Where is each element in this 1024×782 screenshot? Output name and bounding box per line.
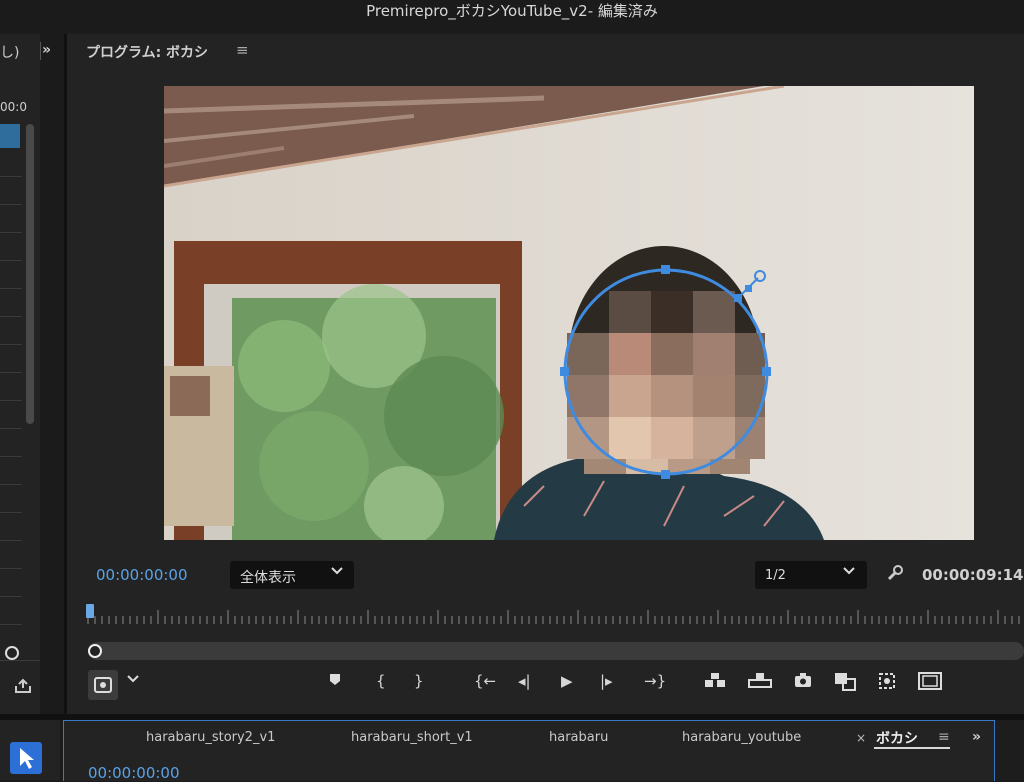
app-title: Premirepro_ボカシYouTube_v2- 編集済み <box>366 2 658 20</box>
left-bottom-divider <box>0 660 40 661</box>
video-preview[interactable] <box>164 86 974 540</box>
right-panel-edge <box>996 720 1024 780</box>
left-row-divider <box>0 484 22 485</box>
left-row-divider <box>0 456 22 457</box>
left-zoom-knob[interactable] <box>5 646 19 660</box>
go-to-in-button[interactable]: {← <box>474 672 496 690</box>
camera-icon[interactable] <box>794 672 812 692</box>
left-row-divider <box>0 204 22 205</box>
close-icon[interactable]: × <box>856 731 866 745</box>
playhead[interactable] <box>86 604 94 618</box>
step-back-button[interactable]: ◂| <box>518 672 531 690</box>
playback-resolution-label: 1/2 <box>765 568 786 583</box>
left-row-divider <box>0 288 22 289</box>
overwrite-button[interactable] <box>748 672 772 692</box>
left-row-divider <box>0 428 22 429</box>
timeline-current-timecode[interactable]: 00:00:00:00 <box>88 764 180 782</box>
sequence-tab[interactable]: harabaru_story2_v1 <box>146 730 275 745</box>
selection-tool-button[interactable] <box>10 742 42 774</box>
export-icon[interactable] <box>14 678 32 698</box>
active-tab-underline <box>874 747 950 749</box>
safe-margins-button[interactable] <box>918 672 942 694</box>
mark-in-button[interactable]: { <box>376 672 386 690</box>
video-frame-image <box>164 86 974 540</box>
left-row-divider <box>0 176 22 177</box>
add-marker-button[interactable] <box>328 672 342 690</box>
zoom-scroll-handle[interactable] <box>88 644 102 658</box>
left-row-divider <box>0 596 22 597</box>
sequence-tab[interactable]: harabaru_youtube <box>682 730 801 745</box>
zoom-level-label: 全体表示 <box>240 570 296 586</box>
program-current-timecode[interactable]: 00:00:00:00 <box>96 566 188 584</box>
comparison-view-button[interactable] <box>834 672 858 696</box>
left-timecode: 00:0 <box>0 100 27 114</box>
left-expand-icon[interactable]: » <box>42 42 51 58</box>
timeline-menu-icon[interactable]: ≡ <box>938 729 950 745</box>
left-row-divider <box>0 568 22 569</box>
left-row-divider <box>0 512 22 513</box>
left-row-divider <box>0 540 22 541</box>
chevron-down-icon[interactable] <box>126 672 140 690</box>
mark-out-button[interactable]: } <box>414 672 424 690</box>
program-duration-timecode: 00:00:09:14 <box>922 566 1024 584</box>
wrench-icon[interactable] <box>886 564 904 587</box>
chevron-down-icon <box>842 564 856 582</box>
multicam-button[interactable] <box>878 672 896 694</box>
panel-menu-icon[interactable]: ≡ <box>236 41 249 59</box>
left-row-divider <box>0 232 22 233</box>
left-row-divider <box>0 624 22 625</box>
settings-button[interactable] <box>88 670 118 700</box>
left-row-divider <box>0 344 22 345</box>
sequence-tab[interactable]: harabaru <box>549 730 608 745</box>
left-row-divider <box>0 316 22 317</box>
sequence-tab-active[interactable]: ボカシ <box>876 728 918 748</box>
program-monitor-title[interactable]: プログラム: ボカシ <box>86 42 208 62</box>
timeline-expand-icon[interactable]: » <box>972 729 981 745</box>
left-tab-separator <box>40 42 41 60</box>
go-to-out-button[interactable]: →} <box>644 672 666 690</box>
chevron-down-icon <box>330 564 344 582</box>
time-ruler[interactable] <box>84 604 1024 628</box>
left-panel-tab[interactable]: し) <box>0 42 19 62</box>
left-selected-item[interactable] <box>0 124 20 148</box>
insert-button[interactable] <box>704 672 726 692</box>
zoom-scroll-bar[interactable] <box>88 642 1024 660</box>
left-row-divider <box>0 260 22 261</box>
left-row-divider <box>0 372 22 373</box>
play-button[interactable]: ▶ <box>561 672 573 690</box>
sequence-tab[interactable]: harabaru_short_v1 <box>351 730 473 745</box>
left-scrollbar[interactable] <box>26 124 34 424</box>
step-forward-button[interactable]: |▸ <box>600 672 613 690</box>
left-row-divider <box>0 400 22 401</box>
